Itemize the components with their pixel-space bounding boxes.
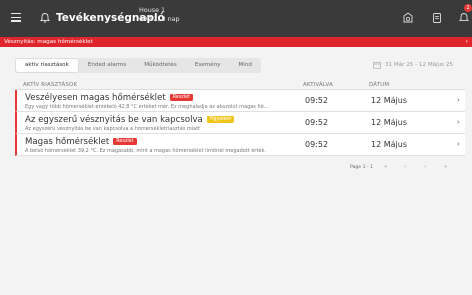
table-header: AKTÍV RIASZTÁSOK AKTIVÁLVA DÁTUM [15,80,465,90]
pagination: Page 1 - 1 « ‹ › » [15,163,465,173]
tab-event[interactable]: Esemény [186,58,230,73]
column-header-name: AKTÍV RIASZTÁSOK [23,82,78,88]
bell-icon [40,13,50,23]
table-row[interactable]: Magas hőmérséklet Reszlet A belső hőmérsé… [15,134,465,156]
alarm-bell-icon[interactable] [458,12,470,24]
alarm-date: 12 Május [371,96,407,105]
filter-tabs: aktív riasztások Ended alarms Működtetés… [15,58,261,73]
tab-all[interactable]: Mind [229,58,260,73]
activated-time: 09:52 [305,118,329,127]
alarm-title: Magas hőmérséklet [25,137,110,147]
alarm-table: AKTÍV RIASZTÁSOK AKTIVÁLVA DÁTUM Veszély… [15,80,465,156]
alarm-banner[interactable]: Vésznyitás: magas hőmérséklet › [0,37,472,47]
prev-page-button[interactable]: ‹ [404,164,406,170]
alarm-description: Egy vagy több hőmérséklet-érzékelő 42,8 … [25,104,269,110]
column-header-date: DÁTUM [369,82,390,88]
alarm-title: Veszélyesen magas hőmérséklet [25,93,166,103]
activated-time: 09:52 [305,140,329,149]
page-label: Page 1 - 1 [350,165,374,170]
alarm-description: A belső hőmérséklet 39,2 °C. Ez magasabb… [25,148,266,154]
alarm-date: 12 Május [371,118,407,127]
activated-time: 09:52 [305,96,329,105]
alarm-title-wrap: Veszélyesen magas hőmérséklet Reszlet [25,93,193,103]
house-selector[interactable]: House 1 09:52, 8 nap [139,6,180,24]
chevron-right-icon[interactable]: › [457,118,460,126]
alarm-title-wrap: Az egyszerű vésznyitás be van kapcsolva F… [25,115,235,125]
severity-badge: Figyelem [206,116,235,123]
severity-badge: Reszlet [113,138,137,145]
calendar-icon[interactable] [373,61,381,69]
chevron-right-icon[interactable]: › [457,96,460,104]
chevron-right-icon[interactable]: › [457,140,460,148]
alarm-description: Az egyszerű vésznyitás be van kapcsolva … [25,126,201,132]
banner-text: Vésznyitás: magas hőmérséklet [4,39,93,45]
last-page-button[interactable]: » [444,164,447,170]
tab-active-alarms[interactable]: aktív riasztások [16,59,78,72]
table-row[interactable]: Veszélyesen magas hőmérséklet Reszlet Egy… [15,90,465,112]
alarm-title-wrap: Magas hőmérséklet Reszlet [25,137,137,147]
table-row[interactable]: Az egyszerű vésznyitás be van kapcsolva F… [15,112,465,134]
house-name: House 1 [139,6,166,14]
first-page-button[interactable]: « [384,164,387,170]
alarm-date: 12 Május [371,140,407,149]
top-bar: Tevékenységnapló House 1 09:52, 8 nap 2 [0,0,472,37]
climate-icon[interactable] [402,12,414,24]
severity-badge: Reszlet [169,94,193,101]
house-info: 09:52, 8 nap [139,15,180,23]
tab-ended-alarms[interactable]: Ended alarms [79,58,135,73]
hamburger-menu-icon[interactable] [11,13,21,22]
next-page-button[interactable]: › [424,164,426,170]
date-range-picker[interactable]: 31 Már 25 - 12 Május 25 [385,62,453,68]
device-icon[interactable] [431,12,443,24]
chevron-right-icon: › [465,38,468,45]
alert-count-badge: 2 [464,4,472,12]
column-header-activated: AKTIVÁLVA [303,82,333,88]
alarm-title: Az egyszerű vésznyitás be van kapcsolva [25,115,203,125]
tab-operation[interactable]: Működtetés [135,58,186,73]
